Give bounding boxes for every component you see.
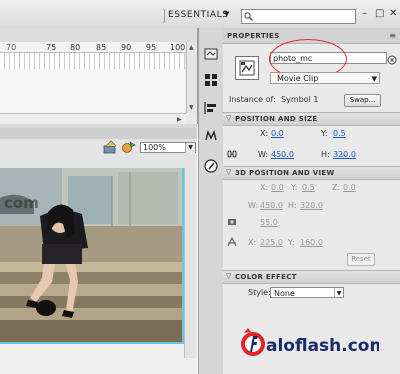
- girl-on-steps-photo: com: [0, 168, 182, 342]
- library-panel-icon[interactable]: [203, 46, 219, 62]
- y-label: Y:: [321, 129, 328, 138]
- aloflash-logo: aloflash.com: [241, 328, 379, 356]
- symbol-type-value: Movie Clip: [277, 74, 319, 83]
- minimize-button[interactable]: –: [362, 8, 367, 19]
- vanishing-y-value: 160.0: [300, 238, 323, 247]
- vanishing-y-label: Y:: [288, 238, 295, 247]
- swatches-panel-icon[interactable]: [203, 72, 219, 88]
- collapse-caret-icon[interactable]: ▽: [226, 114, 231, 122]
- vanishing-x-value: 225.0: [260, 238, 283, 247]
- search-icon: [244, 12, 253, 21]
- instance-help-icon[interactable]: [387, 55, 397, 65]
- photo-watermark: com: [4, 194, 39, 212]
- collapse-caret-icon[interactable]: ▽: [226, 168, 231, 176]
- reset-button[interactable]: Reset: [347, 253, 375, 266]
- workspace-divider: [164, 9, 165, 23]
- color-effect-section-header[interactable]: ▽ COLOR EFFECT: [223, 270, 400, 284]
- position-size-title: POSITION AND SIZE: [235, 115, 318, 123]
- vanishing-x-label: X:: [248, 238, 257, 247]
- stage-edit-bar: 100% ▼: [0, 128, 197, 169]
- scroll-up-icon[interactable]: ▲: [189, 44, 194, 51]
- ruler-tick: 90: [121, 43, 132, 52]
- help-search-input[interactable]: [241, 9, 356, 24]
- logo-text: aloflash.com: [266, 336, 379, 356]
- 3d-height-value: 320.0: [300, 201, 323, 210]
- zoom-select[interactable]: 100% ▼: [140, 142, 196, 153]
- vanishing-point-icon: [227, 237, 237, 247]
- 3d-z-label: Z:: [332, 183, 341, 192]
- movie-clip-symbol-icon: [235, 56, 259, 80]
- instance-of-value: Symbol 1: [281, 95, 319, 104]
- flash-editor-window: ESSENTIALS ▼ – □ ✕ 70 75 80 85 90 95 100…: [0, 0, 400, 374]
- swap-button[interactable]: Swap...: [344, 94, 381, 107]
- stage-canvas[interactable]: com: [0, 168, 197, 374]
- scroll-right-icon[interactable]: ▶: [177, 116, 182, 123]
- perspective-angle-value: 55.0: [260, 218, 278, 227]
- timeline-panel: 70 75 80 85 90 95 100 1 ▲ ▼ ▶: [0, 28, 198, 125]
- edit-scene-icon[interactable]: [103, 140, 119, 154]
- panel-icons-column: [198, 28, 224, 374]
- ruler-tick: 85: [96, 43, 107, 52]
- perspective-angle-icon: [228, 219, 236, 225]
- 3d-width-value: 450.0: [260, 201, 283, 210]
- symbol-type-arrow-icon[interactable]: ▼: [372, 73, 377, 85]
- ruler-tick: 100: [170, 43, 186, 52]
- width-label: W:: [258, 150, 269, 159]
- 3d-x-value: 0.0: [271, 183, 284, 192]
- 3d-z-value: 0.0: [343, 183, 356, 192]
- constrain-link-icon[interactable]: [227, 149, 237, 159]
- ruler-tick: 70: [6, 43, 17, 52]
- height-value[interactable]: 320.0: [333, 150, 356, 159]
- style-label: Style:: [248, 288, 271, 297]
- scroll-down-icon[interactable]: ▼: [189, 104, 194, 111]
- ruler-tick: 75: [46, 43, 57, 52]
- stage-photo-movieclip[interactable]: com: [0, 168, 184, 344]
- symbol-type-select[interactable]: Movie Clip ▼: [270, 72, 380, 84]
- timeline-frames[interactable]: [0, 53, 185, 69]
- motion-presets-panel-icon[interactable]: [203, 158, 219, 174]
- align-panel-icon[interactable]: [203, 100, 219, 116]
- color-style-value: None: [274, 289, 295, 298]
- workspace-switcher[interactable]: ESSENTIALS: [168, 10, 229, 20]
- 3d-x-label: X:: [260, 183, 269, 192]
- x-value[interactable]: 0.0: [271, 129, 284, 138]
- document-tab-strip: [0, 128, 197, 139]
- timeline-header: [0, 28, 197, 42]
- panel-menu-icon[interactable]: ≡: [389, 31, 396, 40]
- close-button[interactable]: ✕: [389, 8, 397, 19]
- ruler-tick: 80: [70, 43, 81, 52]
- zoom-value: 100%: [143, 143, 166, 152]
- 3d-height-label: H:: [288, 201, 297, 210]
- properties-tab-label: PROPERTIES: [227, 32, 280, 40]
- properties-panel: PROPERTIES ≡ photo_mc Movie Clip ▼ Insta…: [223, 28, 400, 374]
- application-bar: ESSENTIALS ▼ – □ ✕: [0, 0, 400, 29]
- 3d-position-title: 3D POSITION AND VIEW: [235, 169, 335, 177]
- timeline-layers-area[interactable]: [0, 69, 185, 113]
- zoom-dropdown-arrow-icon[interactable]: ▼: [185, 143, 195, 153]
- height-label: H:: [321, 150, 330, 159]
- instance-of-label: Instance of:: [229, 95, 276, 104]
- width-value[interactable]: 450.0: [271, 150, 294, 159]
- 3d-width-label: W:: [248, 201, 259, 210]
- ruler-tick: 95: [146, 43, 157, 52]
- color-style-arrow-icon[interactable]: ▼: [334, 288, 343, 297]
- x-label: X:: [260, 129, 269, 138]
- position-size-section-header[interactable]: ▽ POSITION AND SIZE: [223, 112, 400, 126]
- color-style-select[interactable]: None ▼: [270, 287, 344, 298]
- edit-symbols-icon[interactable]: [121, 140, 137, 154]
- y-value[interactable]: 0.5: [333, 129, 346, 138]
- color-effect-title: COLOR EFFECT: [235, 273, 297, 281]
- collapse-caret-icon[interactable]: ▽: [226, 272, 231, 280]
- stage-vertical-scrollbar[interactable]: [184, 168, 197, 358]
- color-panel-icon[interactable]: [203, 128, 219, 144]
- 3d-y-value: 0.5: [302, 183, 315, 192]
- workspace-dropdown-arrow-icon[interactable]: ▼: [224, 10, 229, 18]
- 3d-y-label: Y:: [291, 183, 298, 192]
- timeline-vertical-scrollbar[interactable]: ▲ ▼: [186, 42, 197, 113]
- maximize-button[interactable]: □: [375, 8, 384, 19]
- 3d-position-section-header[interactable]: ▽ 3D POSITION AND VIEW: [223, 166, 400, 180]
